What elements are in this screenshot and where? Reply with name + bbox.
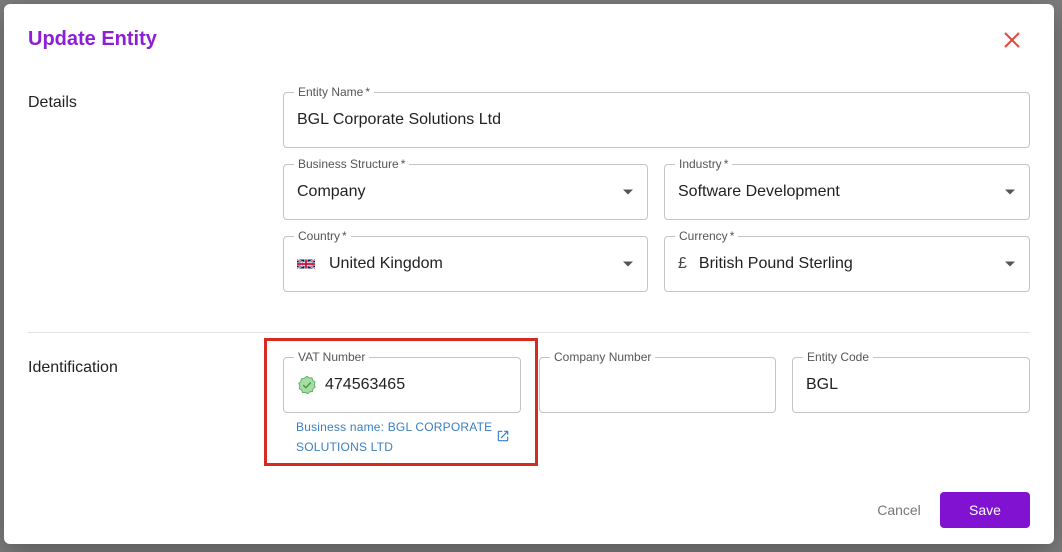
entity-name-field[interactable]: Entity Name * BGL Corporate Solutions Ltd: [283, 85, 1030, 148]
company-number-field[interactable]: Company Number: [539, 350, 776, 413]
business-structure-label: Business Structure *: [294, 157, 410, 171]
verified-check-icon: [298, 375, 316, 395]
update-entity-dialog: Update Entity Details Entity Name * BGL C…: [4, 4, 1054, 544]
entity-code-value: BGL: [806, 376, 839, 393]
industry-label: Industry *: [675, 157, 733, 171]
close-icon[interactable]: [1000, 28, 1024, 52]
pound-sign-icon: £: [678, 255, 687, 272]
dropdown-arrow-icon: [1005, 189, 1015, 195]
entity-name-label: Entity Name *: [294, 85, 375, 99]
country-value: United Kingdom: [329, 255, 443, 272]
vat-number-field[interactable]: VAT Number 474563465: [283, 350, 521, 413]
vat-number-value: 474563465: [325, 376, 406, 393]
currency-value: British Pound Sterling: [698, 255, 853, 272]
cancel-button[interactable]: Cancel: [866, 498, 932, 522]
currency-label: Currency *: [675, 229, 739, 243]
section-label-details: Details: [28, 94, 77, 111]
dropdown-arrow-icon: [623, 261, 633, 267]
entity-code-field[interactable]: Entity Code BGL: [792, 350, 1030, 413]
save-button[interactable]: Save: [940, 492, 1030, 528]
entity-name-value: BGL Corporate Solutions Ltd: [297, 111, 501, 128]
company-number-label: Company Number: [550, 350, 656, 364]
country-label: Country *: [294, 229, 351, 243]
business-structure-value: Company: [297, 183, 366, 200]
section-label-identification: Identification: [28, 359, 118, 376]
currency-select[interactable]: Currency * £ British Pound Sterling: [664, 229, 1030, 292]
vat-business-name-link[interactable]: Business name: BGL CORPORATE SOLUTIONS L…: [296, 417, 496, 457]
country-select[interactable]: Country * United Kingdom: [283, 229, 648, 292]
vat-number-label: VAT Number: [294, 350, 370, 364]
section-divider: [28, 332, 1030, 333]
uk-flag-icon: [297, 258, 315, 270]
dropdown-arrow-icon: [1005, 261, 1015, 267]
dialog-title: Update Entity: [28, 28, 157, 50]
entity-code-label: Entity Code: [803, 350, 874, 364]
external-link-icon[interactable]: [496, 429, 510, 443]
dropdown-arrow-icon: [623, 189, 633, 195]
business-structure-select[interactable]: Business Structure * Company: [283, 157, 648, 220]
industry-select[interactable]: Industry * Software Development: [664, 157, 1030, 220]
industry-value: Software Development: [678, 183, 840, 200]
